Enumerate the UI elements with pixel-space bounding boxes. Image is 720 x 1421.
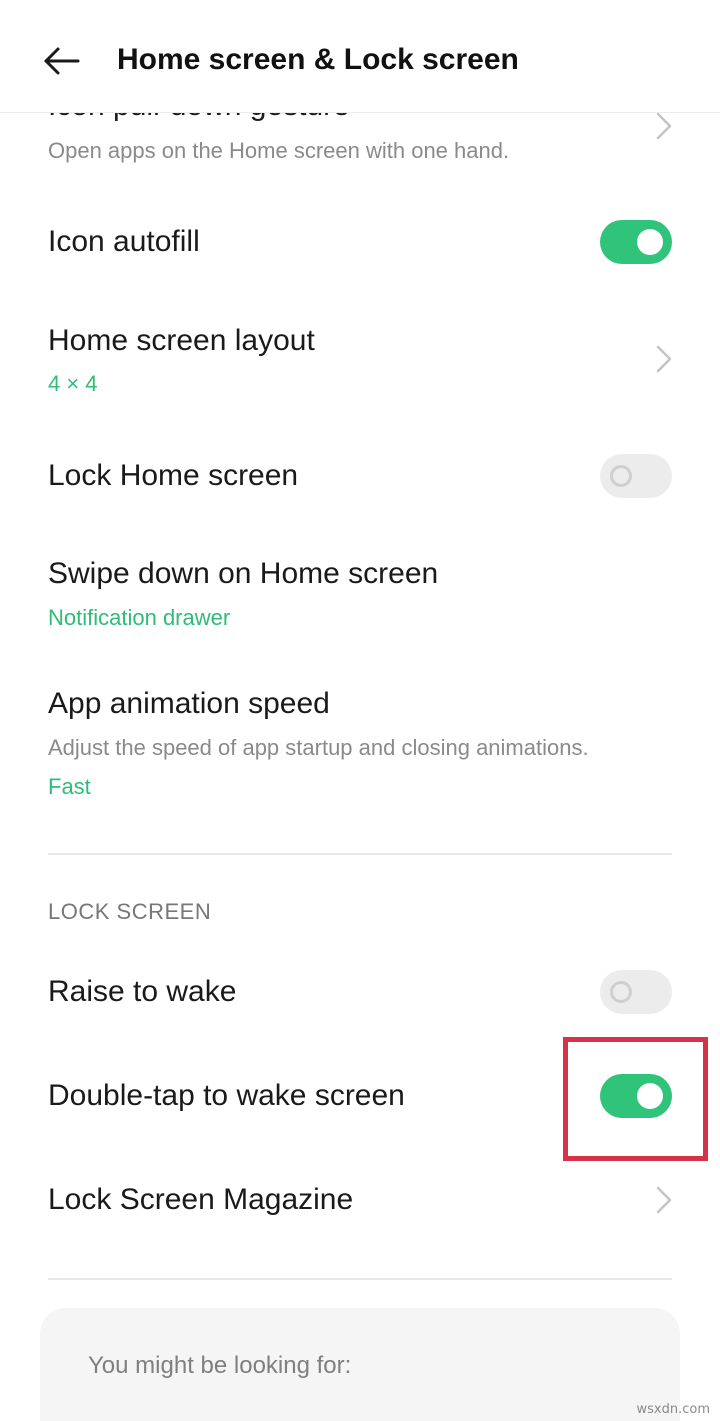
row-icon-autofill: Icon autofill — [0, 200, 720, 286]
watermark: wsxdn.com — [636, 1402, 711, 1417]
raise-to-wake-toggle[interactable] — [600, 970, 672, 1014]
chevron-right-icon — [656, 112, 672, 140]
back-button[interactable] — [30, 36, 94, 86]
magazine-title: Lock Screen Magazine — [48, 1183, 354, 1216]
row-swipe-down-home[interactable]: Swipe down on Home screen Notification d… — [0, 540, 720, 650]
toggle-knob — [610, 465, 632, 487]
app-animation-title: App animation speed — [48, 687, 330, 720]
app-bar: Home screen & Lock screen — [0, 0, 720, 113]
page-title: Home screen & Lock screen — [117, 43, 519, 76]
row-home-screen-layout[interactable]: Home screen layout 4 × 4 — [0, 310, 720, 420]
section-divider — [48, 853, 672, 855]
app-animation-value: Fast — [48, 774, 91, 799]
icon-pull-down-subtitle: Open apps on the Home screen with one ha… — [48, 138, 510, 163]
settings-list: Icon pull-down gesture Open apps on the … — [0, 0, 720, 1421]
row-lock-screen-magazine[interactable]: Lock Screen Magazine — [0, 1158, 720, 1244]
toggle-knob — [637, 229, 663, 255]
chevron-right-icon — [656, 1186, 672, 1214]
suggestions-label: You might be looking for: — [88, 1352, 352, 1379]
toggle-knob — [610, 981, 632, 1003]
icon-autofill-toggle[interactable] — [600, 220, 672, 264]
arrow-left-icon — [44, 47, 80, 75]
double-tap-toggle[interactable] — [600, 1074, 672, 1118]
toggle-knob — [637, 1083, 663, 1109]
lock-home-toggle[interactable] — [600, 454, 672, 498]
row-lock-home-screen: Lock Home screen — [0, 434, 720, 520]
section-divider — [48, 1278, 672, 1280]
chevron-right-icon — [656, 345, 672, 373]
row-app-animation-speed[interactable]: App animation speed Adjust the speed of … — [0, 672, 720, 812]
double-tap-title: Double-tap to wake screen — [48, 1079, 405, 1112]
lock-home-title: Lock Home screen — [48, 459, 299, 492]
row-double-tap-wake: Double-tap to wake screen — [0, 1054, 720, 1140]
raise-to-wake-title: Raise to wake — [48, 975, 237, 1008]
home-layout-value: 4 × 4 — [48, 371, 98, 396]
app-animation-subtitle: Adjust the speed of app startup and clos… — [48, 735, 589, 760]
lock-screen-section-label: LOCK SCREEN — [48, 899, 212, 924]
row-raise-to-wake: Raise to wake — [0, 950, 720, 1036]
icon-autofill-title: Icon autofill — [48, 225, 200, 258]
home-layout-title: Home screen layout — [48, 324, 315, 357]
swipe-down-value: Notification drawer — [48, 605, 231, 630]
suggestions-card: You might be looking for: — [40, 1308, 680, 1421]
swipe-down-title: Swipe down on Home screen — [48, 557, 439, 590]
